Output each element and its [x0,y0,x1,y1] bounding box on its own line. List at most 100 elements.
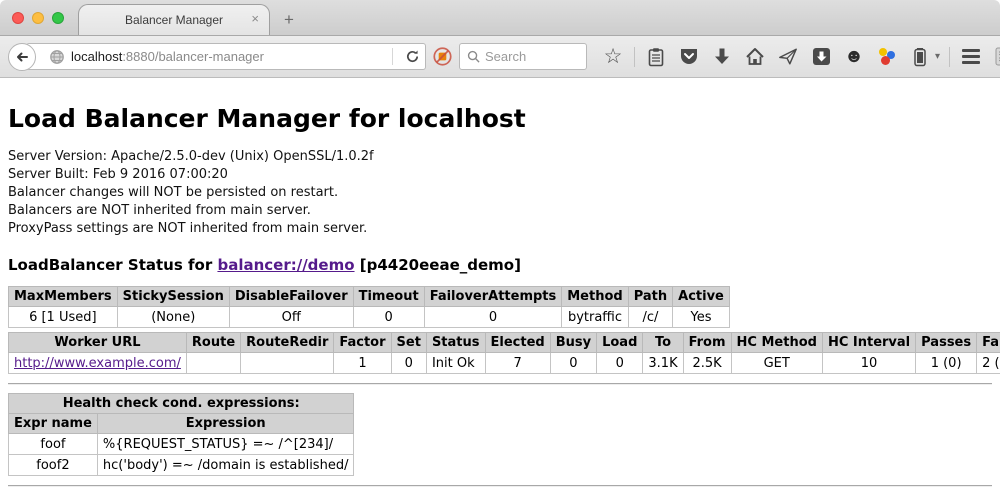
table-cell: 3.1K [643,353,683,374]
addon-download-button[interactable] [809,45,833,69]
expr-name-cell: foof2 [9,455,98,476]
column-header: Elected [485,333,550,353]
paper-plane-icon [778,47,798,66]
table-cell: GET [731,353,822,374]
table-cell [241,353,334,374]
pocket-button[interactable] [677,45,701,69]
column-header: FailoverAttempts [424,287,562,307]
health-check-table: Health check cond. expressions: Expr nam… [8,393,354,476]
expr-name-cell: foof [9,434,98,455]
column-header: HC Method [731,333,822,353]
clipboard-icon [647,47,665,67]
column-header: Timeout [353,287,424,307]
menu-button[interactable] [959,45,983,69]
table-cell: 0 [391,353,426,374]
server-info: Server Version: Apache/2.5.0-dev (Unix) … [8,148,992,238]
toolbar-separator [634,47,635,67]
toolbar-buttons: ☆ [601,45,1000,69]
health-table-title: Health check cond. expressions: [9,394,354,414]
column-header: Set [391,333,426,353]
url-bar[interactable]: localhost:8880/balancer-manager [26,43,426,70]
back-arrow-icon [14,49,30,65]
column-header: Fails [977,333,1000,353]
column-header: Load [597,333,643,353]
table-cell: 0 [353,307,424,328]
urlbar-separator [392,48,393,65]
heading-prefix: LoadBalancer Status for [8,256,217,274]
table-row: foof %{REQUEST_STATUS} =~ /^[234]/ [9,434,354,455]
table-cell: Off [229,307,353,328]
column-header: Expr name [9,414,98,434]
battery-icon [913,47,927,67]
table-cell: 2 (0) [977,353,1000,374]
table-cell [186,353,240,374]
table-header-row: Expr name Expression [9,414,354,434]
tab-close-icon[interactable]: × [251,11,259,27]
column-header: StickySession [117,287,229,307]
bookmark-star-button[interactable]: ☆ [601,45,625,69]
chevron-down-icon[interactable]: ▾ [935,51,940,62]
pocket-icon [679,47,699,66]
balancer-table: MaxMembers StickySession DisableFailover… [8,286,730,328]
toolbar-separator [949,47,950,67]
back-button[interactable] [8,43,36,71]
battery-addon-button[interactable] [908,45,932,69]
table-cell: 0 [550,353,596,374]
table-cell: bytraffic [562,307,628,328]
table-row: http://www.example.com/ 1 0 Init Ok 7 0 … [9,353,1000,374]
close-window-button[interactable] [12,12,24,24]
notice-line: ProxyPass settings are NOT inherited fro… [8,220,992,238]
tab-title: Balancer Manager [125,13,223,27]
column-header: Factor [334,333,391,353]
tab-groups-button[interactable] [992,45,1000,69]
table-cell: /c/ [628,307,672,328]
search-input[interactable]: Search [459,43,587,70]
column-header: Passes [916,333,977,353]
browser-window: Balancer Manager × + localhost:8880/bala… [0,0,1000,491]
heading-suffix: [p4420eeae_demo] [355,256,521,274]
page-content: Load Balancer Manager for localhost Serv… [0,78,1000,491]
send-button[interactable] [776,45,800,69]
downloads-button[interactable] [710,45,734,69]
home-icon [745,47,765,66]
blocked-badge-icon [432,46,453,67]
smiley-addon-button[interactable]: ☻ [842,45,866,69]
url-host: localhost [71,49,122,64]
table-row: foof2 hc('body') =~ /domain is establish… [9,455,354,476]
colored-dots-addon-button[interactable] [875,45,899,69]
clipboard-button[interactable] [644,45,668,69]
column-header: MaxMembers [9,287,118,307]
new-tab-button[interactable]: + [284,10,294,30]
balancer-demo-link[interactable]: balancer://demo [217,256,354,274]
horizontal-rule [8,485,992,487]
zoom-window-button[interactable] [52,12,64,24]
grid-icon [995,47,1000,66]
reload-icon [405,49,420,64]
page-title: Load Balancer Manager for localhost [8,104,992,133]
column-header: Route [186,333,240,353]
column-header: RouteRedir [241,333,334,353]
table-cell: (None) [117,307,229,328]
colored-dots-icon [877,47,897,67]
worker-url-link[interactable]: http://www.example.com/ [14,356,181,371]
content-blocked-icon[interactable] [432,46,453,67]
globe-icon [49,49,65,65]
column-header: Expression [97,414,354,434]
url-text[interactable]: localhost:8880/balancer-manager [71,49,386,64]
minimize-window-button[interactable] [32,12,44,24]
home-button[interactable] [743,45,767,69]
table-cell: 2.5K [683,353,731,374]
hamburger-icon [962,49,980,64]
balancer-status-heading: LoadBalancer Status for balancer://demo … [8,256,992,274]
table-cell: 0 [424,307,562,328]
worker-url-cell: http://www.example.com/ [9,353,187,374]
tab-bar: Balancer Manager × + [0,0,1000,36]
column-header: From [683,333,731,353]
server-version-line: Server Version: Apache/2.5.0-dev (Unix) … [8,148,992,166]
column-header: Active [673,287,730,307]
reload-button[interactable] [399,49,425,64]
url-path: :8880/balancer-manager [122,49,264,64]
horizontal-rule [8,383,992,385]
tab-balancer-manager[interactable]: Balancer Manager × [78,4,270,35]
table-cell: 1 (0) [916,353,977,374]
